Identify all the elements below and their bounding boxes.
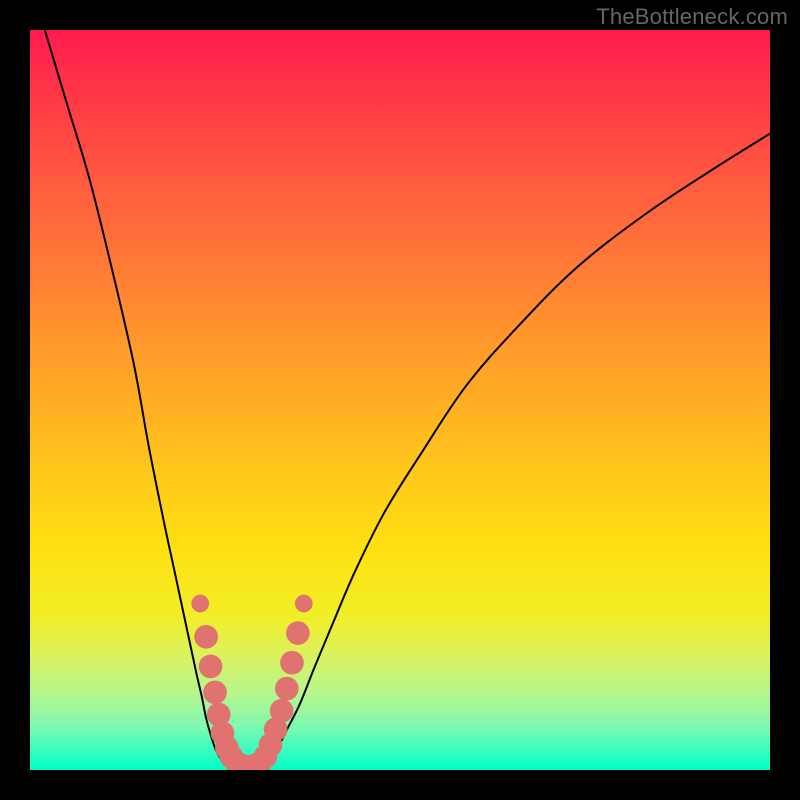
data-marker — [286, 621, 310, 645]
left-curve-path — [45, 30, 229, 766]
data-marker — [203, 680, 227, 704]
data-marker — [191, 595, 209, 613]
chart-svg — [30, 30, 770, 770]
right-curve-path — [268, 134, 770, 762]
marker-group — [191, 595, 312, 770]
chart-frame: TheBottleneck.com — [0, 0, 800, 800]
data-marker — [199, 655, 223, 679]
watermark-text: TheBottleneck.com — [596, 4, 788, 30]
data-marker — [295, 595, 313, 613]
data-marker — [194, 625, 218, 649]
plot-area — [30, 30, 770, 770]
data-marker — [280, 651, 304, 675]
data-marker — [275, 677, 299, 701]
data-marker — [270, 699, 294, 723]
